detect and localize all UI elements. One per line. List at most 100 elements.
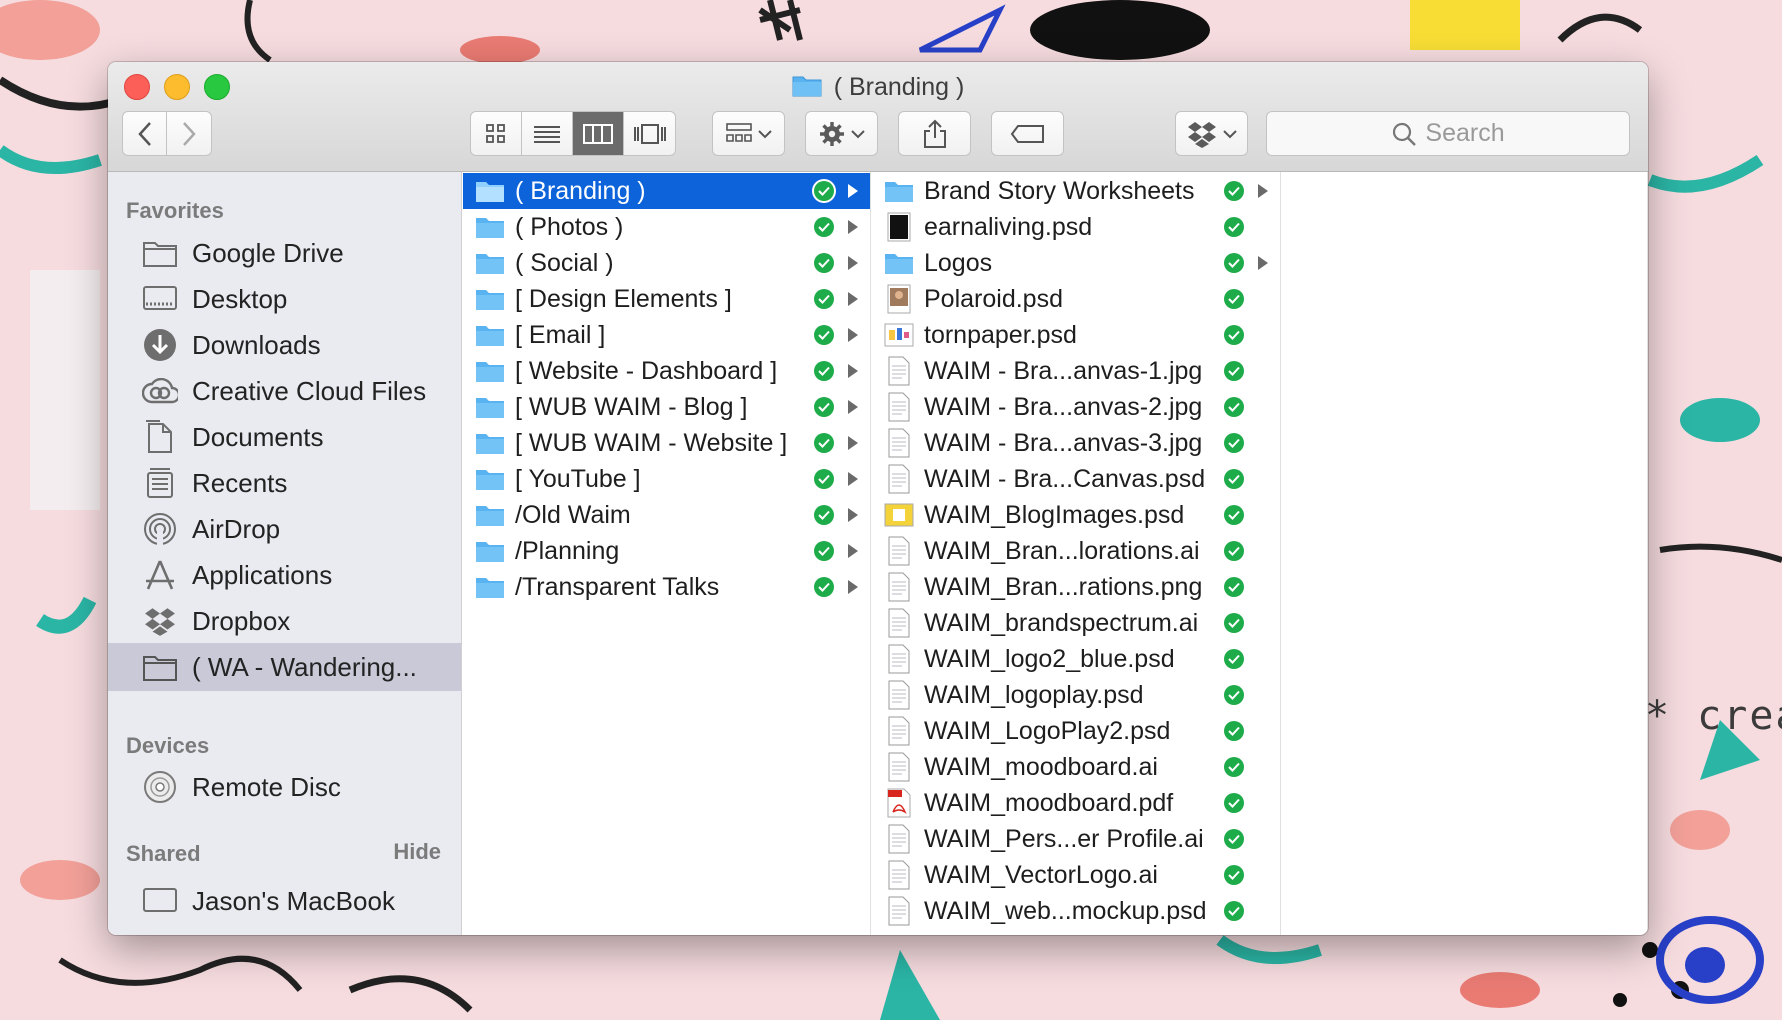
document-icon: [884, 464, 914, 494]
gallery-view-button[interactable]: [624, 112, 675, 155]
file-row[interactable]: WAIM - Bra...anvas-3.jpg: [872, 425, 1280, 461]
sidebar-item-airdrop[interactable]: AirDrop: [108, 505, 461, 553]
file-row[interactable]: WAIM_Pers...er Profile.ai: [872, 821, 1280, 857]
sync-check-icon: [1224, 901, 1244, 921]
folder-row[interactable]: ( Branding ): [463, 173, 870, 209]
sidebar-item-creative-cloud[interactable]: Creative Cloud Files: [108, 367, 461, 415]
search-input[interactable]: Search: [1266, 111, 1630, 156]
sidebar-item-google-drive[interactable]: Google Drive: [108, 229, 461, 277]
sync-check-icon: [814, 577, 834, 597]
file-row[interactable]: WAIM_BlogImages.psd: [872, 497, 1280, 533]
document-icon: [884, 428, 914, 458]
grid-icon: [486, 123, 505, 143]
forward-button[interactable]: [167, 112, 211, 155]
disc-icon: [142, 769, 178, 805]
back-forward-control: [122, 111, 212, 156]
sidebar-item-recents[interactable]: Recents: [108, 459, 461, 507]
list-view-button[interactable]: [522, 112, 573, 155]
sidebar-item-macbook[interactable]: Jason's MacBook: [108, 877, 461, 925]
folder-row[interactable]: Brand Story Worksheets: [872, 173, 1280, 209]
document-icon: [884, 860, 914, 890]
folder-row[interactable]: ( Photos ): [463, 209, 870, 245]
file-row-label: WAIM - Bra...anvas-3.jpg: [924, 428, 1203, 457]
file-row[interactable]: WAIM_Bran...rations.png: [872, 569, 1280, 605]
folder-row[interactable]: [ Email ]: [463, 317, 870, 353]
airdrop-icon: [142, 511, 178, 547]
tags-button[interactable]: [991, 111, 1064, 156]
folder-row[interactable]: [ WUB WAIM - Blog ]: [463, 389, 870, 425]
folder-row[interactable]: [ WUB WAIM - Website ]: [463, 425, 870, 461]
sync-check-icon: [1224, 397, 1244, 417]
sidebar-item-applications[interactable]: Applications: [108, 551, 461, 599]
pdf-file-icon: [884, 788, 914, 818]
sync-check-icon: [1224, 613, 1244, 633]
file-row[interactable]: WAIM_moodboard.ai: [872, 749, 1280, 785]
view-mode-control: [470, 111, 676, 156]
file-row[interactable]: WAIM_brandspectrum.ai: [872, 605, 1280, 641]
folder-icon: [475, 284, 505, 314]
folder-row-label: ( Photos ): [515, 212, 624, 241]
sync-check-icon: [1224, 253, 1244, 273]
sidebar-item-label: ( WA - Wandering...: [192, 651, 417, 682]
file-row[interactable]: WAIM - Bra...anvas-2.jpg: [872, 389, 1280, 425]
shared-heading: Shared: [126, 841, 201, 866]
folder-row[interactable]: [ YouTube ]: [463, 461, 870, 497]
folder-row[interactable]: Logos: [872, 245, 1280, 281]
file-row[interactable]: WAIM_logo2_blue.psd: [872, 641, 1280, 677]
folder-row[interactable]: /Transparent Talks: [463, 569, 870, 605]
sidebar-item-remote-disc[interactable]: Remote Disc: [108, 763, 461, 811]
title-bar: ( Branding ) Search: [108, 62, 1648, 172]
document-icon: [884, 608, 914, 638]
file-row[interactable]: WAIM_web...mockup.psd: [872, 893, 1280, 929]
group-by-button[interactable]: [712, 111, 785, 156]
file-row[interactable]: WAIM_VectorLogo.ai: [872, 857, 1280, 893]
file-row[interactable]: WAIM_moodboard.pdf: [872, 785, 1280, 821]
image-thumbnail-icon: [884, 500, 914, 530]
sidebar-item-label: Creative Cloud Files: [192, 375, 427, 406]
document-icon: [884, 536, 914, 566]
file-row-label: WAIM_logoplay.psd: [924, 680, 1144, 709]
folder-icon: [884, 176, 914, 206]
sidebar-item-label: Downloads: [192, 329, 321, 360]
sidebar-item-documents[interactable]: Documents: [108, 413, 461, 461]
file-row[interactable]: WAIM_logoplay.psd: [872, 677, 1280, 713]
sync-check-icon: [1224, 721, 1244, 741]
file-row[interactable]: earnaliving.psd: [872, 209, 1280, 245]
shared-hide-button[interactable]: Hide: [393, 839, 441, 865]
dropbox-menu-button[interactable]: [1175, 111, 1248, 156]
sync-check-icon: [814, 469, 834, 489]
sync-check-icon: [1224, 181, 1244, 201]
back-button[interactable]: [123, 112, 168, 155]
folder-row-label: ( Branding ): [515, 176, 646, 205]
file-row[interactable]: Polaroid.psd: [872, 281, 1280, 317]
sidebar-item-wa-wandering[interactable]: ( WA - Wandering...: [108, 643, 461, 691]
file-row-label: WAIM_Bran...rations.png: [924, 572, 1203, 601]
action-menu-button[interactable]: [805, 111, 878, 156]
sidebar-item-dropbox[interactable]: Dropbox: [108, 597, 461, 645]
folder-row[interactable]: [ Design Elements ]: [463, 281, 870, 317]
share-button[interactable]: [898, 111, 971, 156]
file-row[interactable]: tornpaper.psd: [872, 317, 1280, 353]
icon-view-button[interactable]: [471, 112, 522, 155]
file-row[interactable]: WAIM - Bra...anvas-1.jpg: [872, 353, 1280, 389]
folder-row[interactable]: /Planning: [463, 533, 870, 569]
column-view-button[interactable]: [573, 112, 624, 155]
sync-check-icon: [1224, 577, 1244, 597]
folder-row[interactable]: /Old Waim: [463, 497, 870, 533]
sync-check-icon: [1224, 829, 1244, 849]
file-row[interactable]: WAIM_Bran...lorations.ai: [872, 533, 1280, 569]
folder-row[interactable]: ( Social ): [463, 245, 870, 281]
sidebar-item-downloads[interactable]: Downloads: [108, 321, 461, 369]
sidebar-item-desktop[interactable]: Desktop: [108, 275, 461, 323]
file-row[interactable]: WAIM_LogoPlay2.psd: [872, 713, 1280, 749]
disclosure-arrow-icon: [1254, 255, 1272, 271]
disclosure-arrow-icon: [844, 507, 862, 523]
folder-row-label: [ YouTube ]: [515, 464, 641, 493]
folder-row-label: /Planning: [515, 536, 620, 565]
sidebar: Favorites Google Drive Desktop Downloads…: [108, 172, 462, 935]
file-row-label: WAIM_web...mockup.psd: [924, 896, 1207, 925]
folder-row[interactable]: [ Website - Dashboard ]: [463, 353, 870, 389]
file-row-label: WAIM_moodboard.ai: [924, 752, 1158, 781]
folder-icon: [884, 248, 914, 278]
file-row[interactable]: WAIM - Bra...Canvas.psd: [872, 461, 1280, 497]
